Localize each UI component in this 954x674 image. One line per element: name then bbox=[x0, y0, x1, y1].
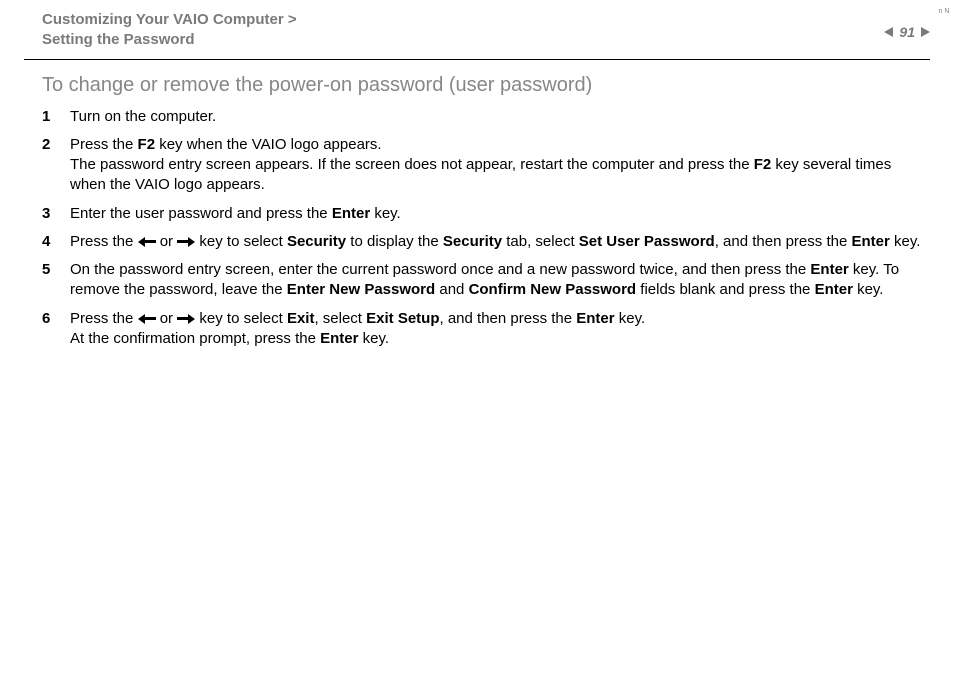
breadcrumb: Customizing Your VAIO Computer > Setting… bbox=[42, 10, 297, 51]
page-navigator: 91 bbox=[884, 10, 930, 40]
step-2: Press the F2 key when the VAIO logo appe… bbox=[42, 135, 930, 196]
field-confirm-new-password: Confirm New Password bbox=[469, 281, 637, 298]
step-1: Turn on the computer. bbox=[42, 107, 930, 127]
breadcrumb-section: Customizing Your VAIO Computer > bbox=[42, 10, 297, 30]
page-header: Customizing Your VAIO Computer > Setting… bbox=[0, 0, 954, 51]
step-text: key when the VAIO logo appears. bbox=[155, 136, 382, 153]
step-text: to display the bbox=[346, 233, 443, 250]
key-enter: Enter bbox=[815, 281, 853, 298]
corner-n-marker: n N bbox=[938, 8, 950, 15]
step-6: Press the or key to select Exit, select … bbox=[42, 309, 930, 350]
step-text: or bbox=[156, 233, 178, 250]
left-arrow-icon bbox=[138, 310, 156, 327]
option-set-user-password: Set User Password bbox=[579, 233, 715, 250]
step-text: and bbox=[435, 281, 468, 298]
step-4: Press the or key to select Security to d… bbox=[42, 232, 930, 252]
previous-page-icon[interactable] bbox=[884, 27, 893, 37]
key-enter: Enter bbox=[576, 310, 614, 327]
breadcrumb-subsection: Setting the Password bbox=[42, 30, 297, 50]
step-text: On the password entry screen, enter the … bbox=[70, 261, 810, 278]
step-text: Press the bbox=[70, 136, 138, 153]
procedure-steps: Turn on the computer. Press the F2 key w… bbox=[42, 107, 930, 350]
key-enter: Enter bbox=[320, 330, 358, 347]
manual-page: n N Customizing Your VAIO Computer > Set… bbox=[0, 0, 954, 674]
step-5: On the password entry screen, enter the … bbox=[42, 260, 930, 301]
tab-security: Security bbox=[443, 233, 502, 250]
key-enter: Enter bbox=[851, 233, 889, 250]
step-text: At the confirmation prompt, press the bbox=[70, 330, 320, 347]
right-arrow-icon bbox=[177, 310, 195, 327]
step-text: Press the bbox=[70, 233, 138, 250]
step-text: key. bbox=[358, 330, 389, 347]
field-enter-new-password: Enter New Password bbox=[287, 281, 435, 298]
page-body: To change or remove the power-on passwor… bbox=[0, 60, 954, 350]
step-text: Turn on the computer. bbox=[70, 108, 216, 125]
step-text: key to select bbox=[195, 310, 287, 327]
left-arrow-icon bbox=[138, 233, 156, 250]
step-text: , and then press the bbox=[715, 233, 852, 250]
right-arrow-icon bbox=[177, 233, 195, 250]
step-text: key. bbox=[890, 233, 921, 250]
next-page-icon[interactable] bbox=[921, 27, 930, 37]
step-text: , and then press the bbox=[440, 310, 577, 327]
step-text: key to select bbox=[195, 233, 287, 250]
section-title: To change or remove the power-on passwor… bbox=[42, 74, 930, 97]
step-text: key. bbox=[370, 205, 401, 222]
menu-exit: Exit bbox=[287, 310, 315, 327]
step-text: key. bbox=[849, 261, 880, 278]
step-3: Enter the user password and press the En… bbox=[42, 204, 930, 224]
step-text: tab, select bbox=[502, 233, 579, 250]
key-f2: F2 bbox=[754, 156, 772, 173]
step-text: The password entry screen appears. If th… bbox=[70, 156, 754, 173]
menu-security: Security bbox=[287, 233, 346, 250]
step-text: key. bbox=[615, 310, 646, 327]
page-number: 91 bbox=[899, 24, 915, 40]
step-text: fields blank and press the bbox=[636, 281, 814, 298]
step-text: , select bbox=[314, 310, 366, 327]
step-text: key. bbox=[853, 281, 884, 298]
option-exit-setup: Exit Setup bbox=[366, 310, 439, 327]
step-text: or bbox=[156, 310, 178, 327]
step-text: Enter the user password and press the bbox=[70, 205, 332, 222]
key-enter: Enter bbox=[332, 205, 370, 222]
step-text: Press the bbox=[70, 310, 138, 327]
key-enter: Enter bbox=[810, 261, 848, 278]
key-f2: F2 bbox=[138, 136, 156, 153]
